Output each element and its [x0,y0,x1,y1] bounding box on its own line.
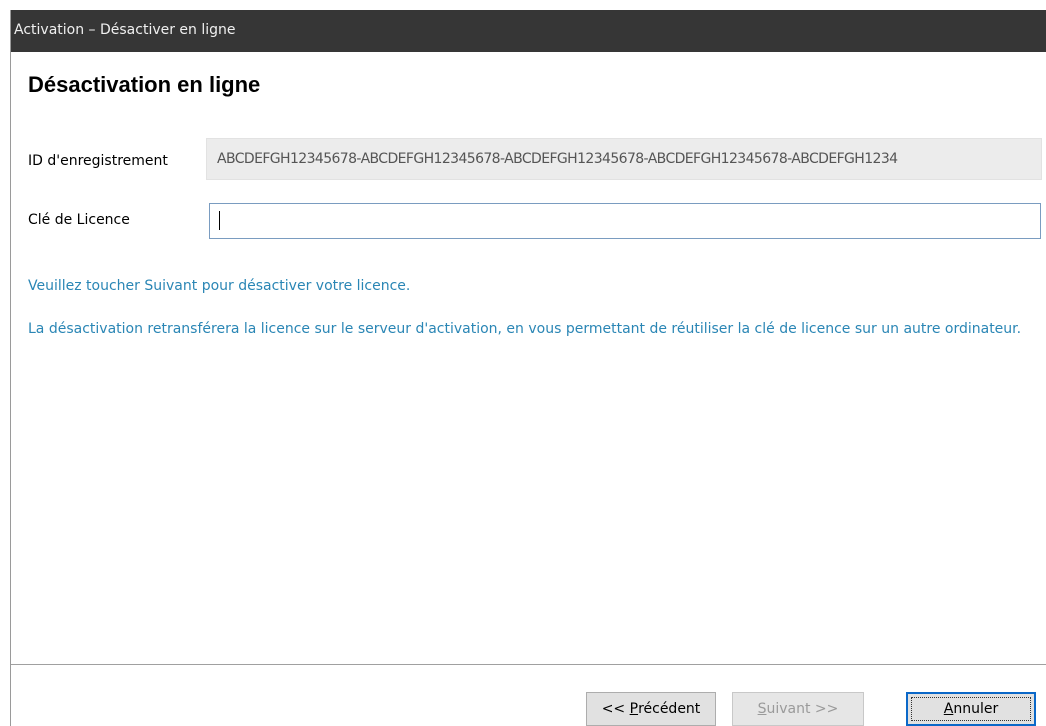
previous-button-label: récédent [638,701,701,717]
page-heading: Désactivation en ligne [28,72,261,97]
cancel-button[interactable]: Annuler [906,692,1036,726]
window-title: Activation – Désactiver en ligne [14,22,236,38]
previous-button[interactable]: << Précédent [586,692,716,726]
activation-dialog: Activation – Désactiver en ligne Désacti… [10,10,1046,726]
title-bar[interactable]: Activation – Désactiver en ligne [11,10,1046,52]
previous-button-prefix: << [601,701,630,717]
license-key-label: Clé de Licence [28,212,130,228]
text-caret [219,211,220,230]
button-bar: << Précédent Suivant >> Annuler [11,665,1046,726]
explanation-text: La désactivation retransférera la licenc… [28,321,1022,337]
next-button-accelerator: S [757,701,767,717]
next-button-label: uivant >> [766,701,839,717]
registration-id-label: ID d'enregistrement [28,153,168,169]
previous-button-accelerator: P [629,701,639,717]
license-key-input[interactable] [209,203,1041,239]
registration-id-field: ABCDEFGH12345678-ABCDEFGH12345678-ABCDEF… [206,138,1042,180]
next-button[interactable]: Suivant >> [732,692,864,726]
instruction-text: Veuillez toucher Suivant pour désactiver… [28,278,411,294]
registration-id-value: ABCDEFGH12345678-ABCDEFGH12345678-ABCDEF… [217,151,898,167]
focus-ring [911,697,1031,721]
